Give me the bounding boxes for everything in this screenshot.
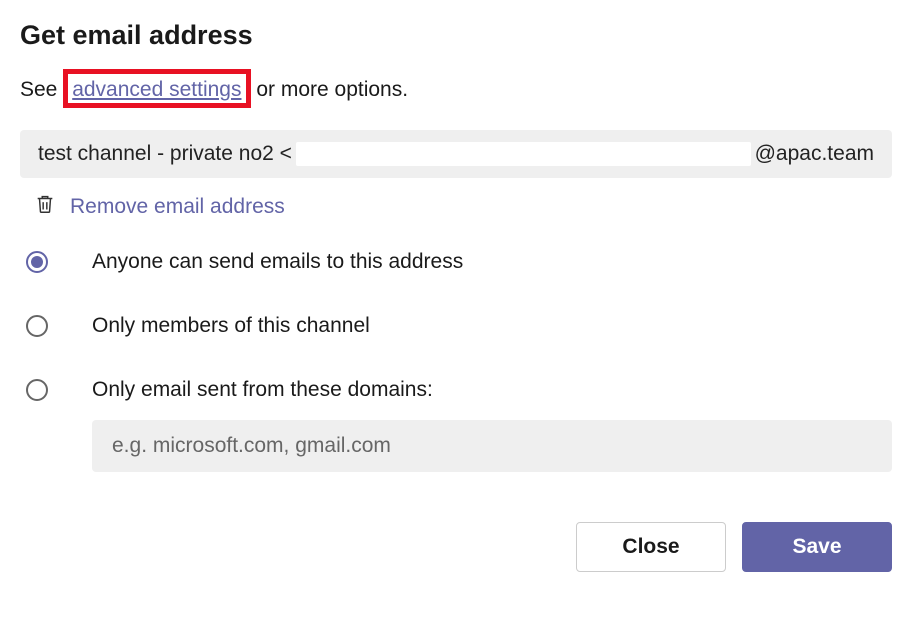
- radio-label: Only members of this channel: [92, 314, 370, 338]
- radio-option-anyone[interactable]: Anyone can send emails to this address: [20, 250, 892, 274]
- close-button[interactable]: Close: [576, 522, 726, 572]
- domains-input-wrap: [92, 420, 892, 472]
- domains-input[interactable]: [92, 420, 892, 472]
- radio-icon: [26, 315, 48, 337]
- email-address-row: test channel - private no2 < @apac.team: [20, 130, 892, 178]
- email-redacted: [296, 142, 751, 166]
- radio-option-members[interactable]: Only members of this channel: [20, 314, 892, 338]
- trash-icon: [34, 192, 56, 222]
- save-button[interactable]: Save: [742, 522, 892, 572]
- radio-option-domains[interactable]: Only email sent from these domains:: [20, 378, 892, 402]
- remove-email-button[interactable]: Remove email address: [34, 192, 892, 222]
- subtitle-prefix: See: [20, 78, 63, 101]
- subtitle-suffix: or more options.: [251, 78, 409, 101]
- radio-label: Anyone can send emails to this address: [92, 250, 463, 274]
- permissions-radio-group: Anyone can send emails to this address O…: [20, 250, 892, 420]
- radio-icon: [26, 251, 48, 273]
- subtitle: See advanced settings or more options.: [20, 69, 892, 108]
- remove-email-label: Remove email address: [70, 195, 285, 219]
- radio-label: Only email sent from these domains:: [92, 378, 433, 402]
- highlight-box: advanced settings: [63, 69, 250, 108]
- dialog-title: Get email address: [20, 20, 892, 51]
- radio-icon: [26, 379, 48, 401]
- email-suffix: @apac.team: [755, 142, 874, 166]
- advanced-settings-link[interactable]: advanced settings: [72, 78, 241, 101]
- email-prefix: test channel - private no2 <: [38, 142, 292, 166]
- button-row: Close Save: [20, 522, 892, 572]
- radio-selected-dot: [31, 256, 43, 268]
